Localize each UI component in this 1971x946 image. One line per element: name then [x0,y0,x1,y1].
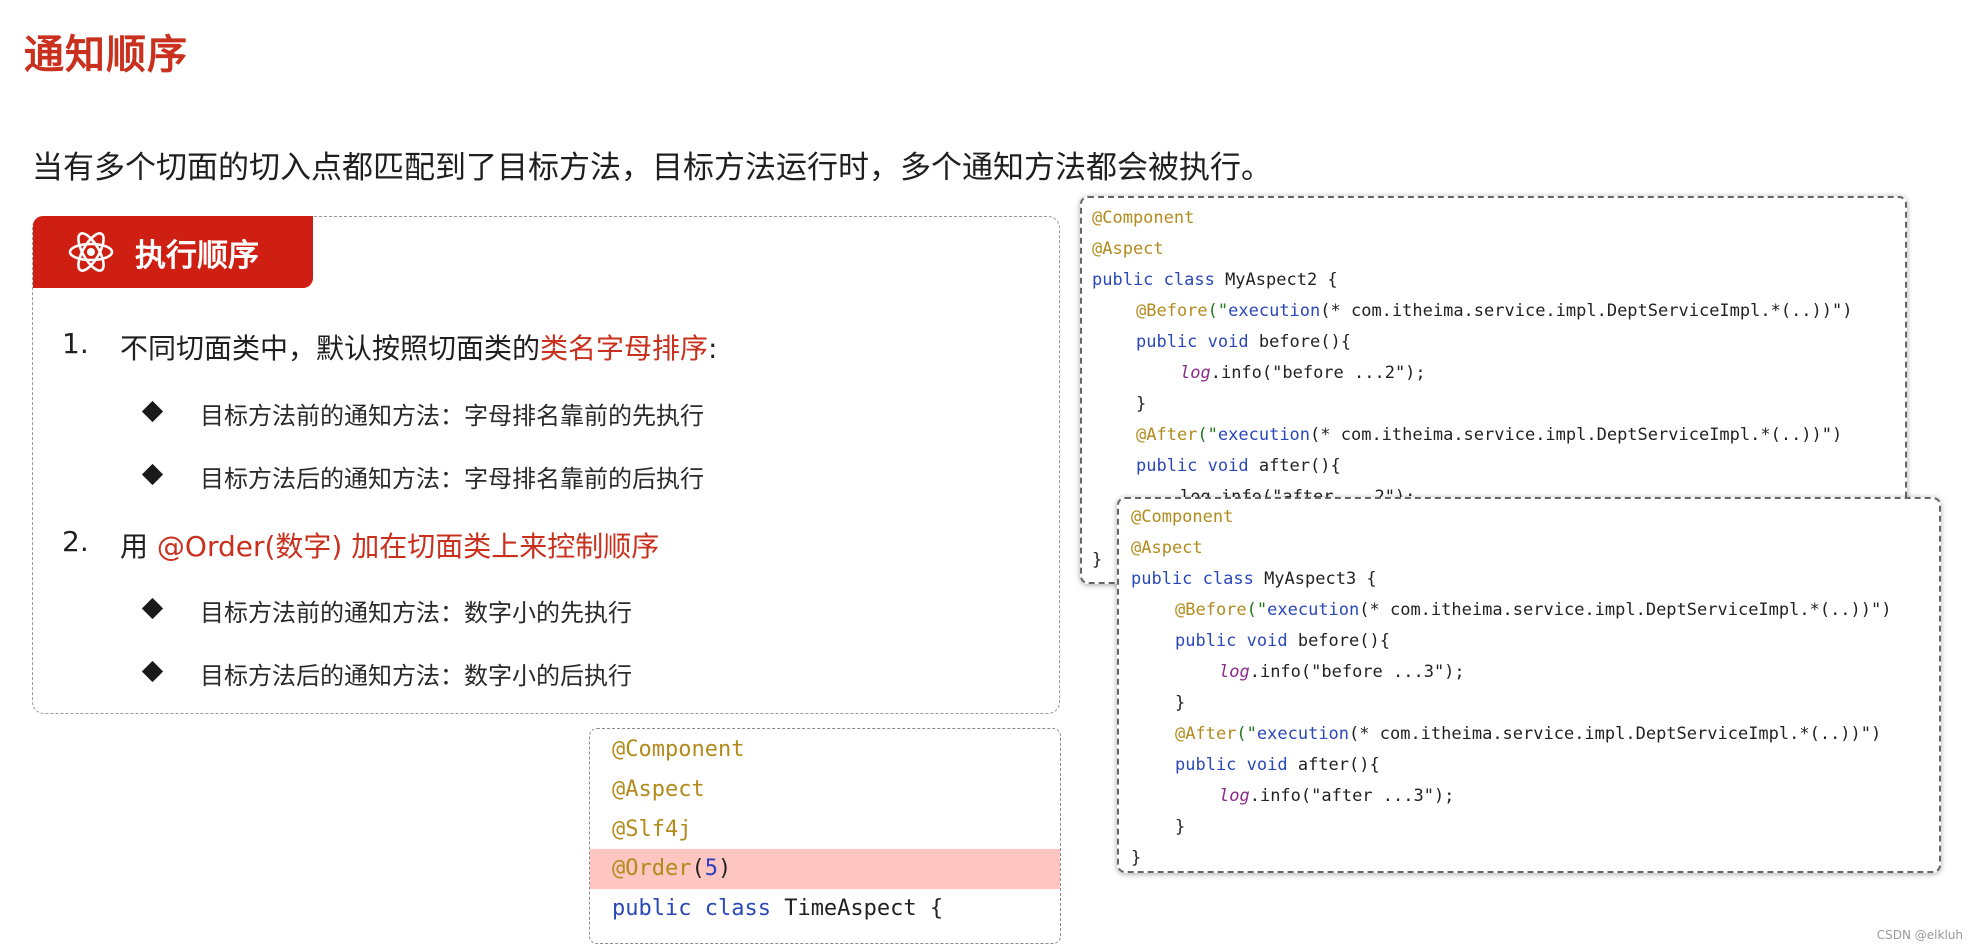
code-text: ) [717,856,732,881]
code-keyword: execution [1217,425,1311,445]
item-2-text: 用 @Order(数字) 加在切面类上来控制顺序 [120,525,659,565]
code-keyword: public void [1175,755,1288,775]
code-text: MyAspect2 { [1214,270,1338,290]
item-1-lead: 不同切面类中，默认按照切面类的 [120,332,541,365]
page-subtitle: 当有多个切面的切入点都匹配到了目标方法，目标方法运行时，多个通知方法都会被执行。 [32,150,1272,186]
code-text: .info("before ...2"); [1210,363,1426,383]
code-line: log.info("after ...3"); [1219,786,1454,806]
code-line: public class MyAspect3 { [1131,569,1377,589]
code-line: @Aspect [1131,538,1203,558]
code-number: 5 [704,856,718,881]
code-line: @After("execution(* com.itheima.service.… [1136,425,1842,445]
item-1-number: 1. [62,327,89,360]
code-keyword: public void [1136,332,1249,352]
code-annotation: @After [1136,425,1198,445]
item-2-sub-2: 目标方法后的通知方法：数字小的后执行 [200,662,632,690]
code-keyword: public class [1131,569,1254,589]
code-text: ( [691,856,705,881]
code-text: .info("before ...3"); [1249,662,1465,682]
code-log: log [1180,363,1211,383]
item-2-highlight: @Order(数字) 加在切面类上来控制顺序 [156,530,660,563]
code-text: (* com.itheima.service.impl.DeptServiceI… [1359,600,1892,620]
item-1-tail: : [708,332,718,365]
code-text: before(){ [1248,332,1351,352]
code-annotation: @Before [1136,301,1208,321]
code-line: } [1092,550,1103,570]
code-keyword: execution [1256,724,1350,744]
code-keyword: public class [612,896,771,921]
code-line: @After("execution(* com.itheima.service.… [1175,724,1881,744]
code-line: log.info("before ...2"); [1180,363,1426,383]
code-log: log [1219,662,1250,682]
code-line: @Component [1092,208,1195,228]
atom-icon [68,232,114,272]
code-log: log [1219,786,1250,806]
code-line: @Component [612,737,745,762]
code-line: @Order(5) [612,856,731,881]
code-line: } [1131,848,1142,868]
code-line: public void before(){ [1175,631,1390,651]
code-keyword: public class [1092,270,1215,290]
item-1-sub-1: 目标方法前的通知方法：字母排名靠前的先执行 [200,402,704,430]
code-text: MyAspect3 { [1253,569,1377,589]
code-string: (" [1246,600,1268,620]
code-line: public class MyAspect2 { [1092,270,1338,290]
code-line: public class TimeAspect { [612,896,943,921]
panel-header: 执行顺序 [33,216,313,288]
code-line: @Aspect [612,777,705,802]
code-keyword: execution [1228,301,1321,321]
code-text: before(){ [1287,631,1390,651]
code-line: } [1136,394,1147,414]
code-line: @Slf4j [612,817,692,842]
code-keyword: execution [1267,600,1360,620]
code-keyword: public void [1136,456,1249,476]
code-line: public void before(){ [1136,332,1351,352]
item-1-sub-2: 目标方法后的通知方法：字母排名靠前的后执行 [200,465,704,493]
code-line: @Aspect [1092,239,1164,259]
panel-header-label: 执行顺序 [135,237,259,274]
code-annotation: @Before [1175,600,1247,620]
code-text: after(){ [1248,456,1341,476]
code-line: public void after(){ [1136,456,1341,476]
code-text: .info("after ...3"); [1249,786,1455,806]
watermark: CSDN @elkluh [1876,928,1963,942]
code-annotation: @Order [612,856,692,881]
code-string: (" [1207,301,1229,321]
code-line: } [1175,817,1186,837]
code-box-timeaspect: @Component @Aspect @Slf4j @Order(5) publ… [589,728,1061,944]
item-1-text: 不同切面类中，默认按照切面类的类名字母排序: [120,327,717,367]
code-line: log.info("before ...3"); [1219,662,1465,682]
item-2-number: 2. [62,525,89,558]
code-annotation: @After [1175,724,1237,744]
page-title: 通知顺序 [24,32,188,78]
item-2-lead: 用 [120,530,157,563]
item-2-sub-1: 目标方法前的通知方法：数字小的先执行 [200,599,632,627]
code-text: (* com.itheima.service.impl.DeptServiceI… [1320,301,1853,321]
code-text: after(){ [1287,755,1380,775]
code-line: @Before("execution(* com.itheima.service… [1136,301,1852,321]
code-line: @Component [1131,507,1234,527]
item-1-highlight: 类名字母排序 [540,332,709,365]
code-text: TimeAspect { [770,896,944,921]
code-box-myaspect3: @Component @Aspect public class MyAspect… [1117,497,1941,873]
code-line: public void after(){ [1175,755,1380,775]
code-line: } [1175,693,1186,713]
code-text: (* com.itheima.service.impl.DeptServiceI… [1349,724,1882,744]
code-text: (* com.itheima.service.impl.DeptServiceI… [1310,425,1843,445]
code-line: @Before("execution(* com.itheima.service… [1175,600,1891,620]
code-string: (" [1236,724,1257,744]
code-string: (" [1197,425,1218,445]
code-keyword: public void [1175,631,1288,651]
